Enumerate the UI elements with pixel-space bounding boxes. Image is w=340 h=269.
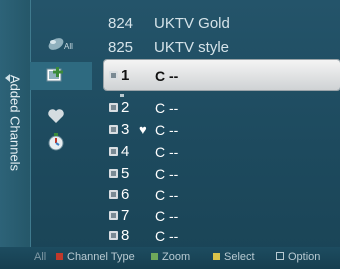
channel-name: C -- bbox=[155, 187, 179, 203]
all-hint[interactable]: All bbox=[34, 251, 46, 263]
channel-number: 8 bbox=[121, 227, 130, 244]
category-favorite[interactable] bbox=[30, 102, 92, 130]
list-item[interactable]: 7 C -- bbox=[92, 206, 340, 226]
added-channel-icon bbox=[46, 67, 63, 82]
tools-icon bbox=[276, 252, 284, 260]
channel-type-label: Channel Type bbox=[67, 251, 135, 263]
bottom-help-bar: All Channel Type Zoom Select Option bbox=[0, 247, 340, 269]
channel-list-screen: Added Channels All 824 UKTV Gold 825 UKT… bbox=[0, 0, 340, 269]
antenna-icon bbox=[109, 147, 118, 156]
yellow-button-icon bbox=[213, 253, 220, 260]
antenna-icon bbox=[109, 169, 118, 178]
channel-number: 1 bbox=[121, 67, 130, 84]
side-panel-title-text: Added Channels bbox=[7, 74, 23, 172]
category-icon-column: All bbox=[30, 0, 92, 247]
category-added[interactable] bbox=[30, 62, 92, 90]
zoom-label: Zoom bbox=[162, 251, 191, 263]
side-tab: Added Channels bbox=[0, 0, 31, 247]
option-label: Option bbox=[288, 251, 321, 263]
channel-name: UKTV style bbox=[154, 39, 230, 56]
clock-icon bbox=[48, 133, 64, 151]
channel-number: 5 bbox=[121, 165, 130, 182]
antenna-icon bbox=[109, 125, 118, 134]
list-item[interactable]: 825 UKTV style bbox=[92, 37, 340, 57]
channel-name: C -- bbox=[155, 166, 179, 182]
favorite-heart-icon: ♥ bbox=[139, 122, 147, 137]
channel-number: 7 bbox=[121, 207, 130, 224]
selection-pointer bbox=[5, 74, 10, 82]
channel-number: 2 bbox=[121, 99, 130, 116]
channel-number: 6 bbox=[121, 186, 130, 203]
list-item[interactable]: 3 ♥ C -- bbox=[92, 120, 340, 140]
category-programmed[interactable] bbox=[30, 128, 92, 156]
list-item[interactable]: 6 C -- bbox=[92, 185, 340, 205]
channel-name: C -- bbox=[155, 208, 179, 224]
antenna-icon bbox=[109, 71, 118, 80]
all-channels-icon bbox=[48, 38, 64, 50]
category-all-label: All bbox=[64, 42, 73, 51]
channel-number: 825 bbox=[108, 39, 134, 56]
channel-list: 824 UKTV Gold 825 UKTV style 1 C -- 2 C … bbox=[92, 0, 340, 247]
list-item[interactable]: 824 UKTV Gold bbox=[92, 13, 340, 33]
green-button-icon bbox=[151, 253, 158, 260]
channel-name: C -- bbox=[155, 100, 179, 116]
channel-number: 3 bbox=[121, 121, 130, 138]
list-item[interactable]: 5 C -- bbox=[92, 164, 340, 184]
selected-channel-row[interactable]: 1 C -- bbox=[92, 66, 340, 86]
channel-name: C -- bbox=[155, 68, 179, 84]
list-separator bbox=[120, 94, 124, 97]
select-label: Select bbox=[224, 251, 255, 263]
channel-name: C -- bbox=[155, 228, 179, 244]
zoom-hint[interactable]: Zoom bbox=[151, 251, 190, 263]
option-hint[interactable]: Option bbox=[276, 251, 320, 263]
select-hint[interactable]: Select bbox=[213, 251, 255, 263]
channel-type-hint[interactable]: Channel Type bbox=[56, 251, 135, 263]
red-button-icon bbox=[56, 253, 63, 260]
list-item[interactable]: 4 C -- bbox=[92, 142, 340, 162]
channel-number: 824 bbox=[108, 15, 134, 32]
heart-icon bbox=[48, 109, 64, 123]
list-item[interactable]: 8 C -- bbox=[92, 226, 340, 246]
list-item[interactable]: 2 C -- bbox=[92, 98, 340, 118]
channel-name: UKTV Gold bbox=[154, 15, 230, 32]
antenna-icon bbox=[109, 211, 118, 220]
channel-number: 4 bbox=[121, 143, 130, 160]
channel-name: C -- bbox=[155, 122, 179, 138]
category-all[interactable]: All bbox=[30, 30, 92, 58]
antenna-icon bbox=[109, 190, 118, 199]
channel-name: C -- bbox=[155, 144, 179, 160]
antenna-icon bbox=[109, 103, 118, 112]
antenna-icon bbox=[109, 231, 118, 240]
